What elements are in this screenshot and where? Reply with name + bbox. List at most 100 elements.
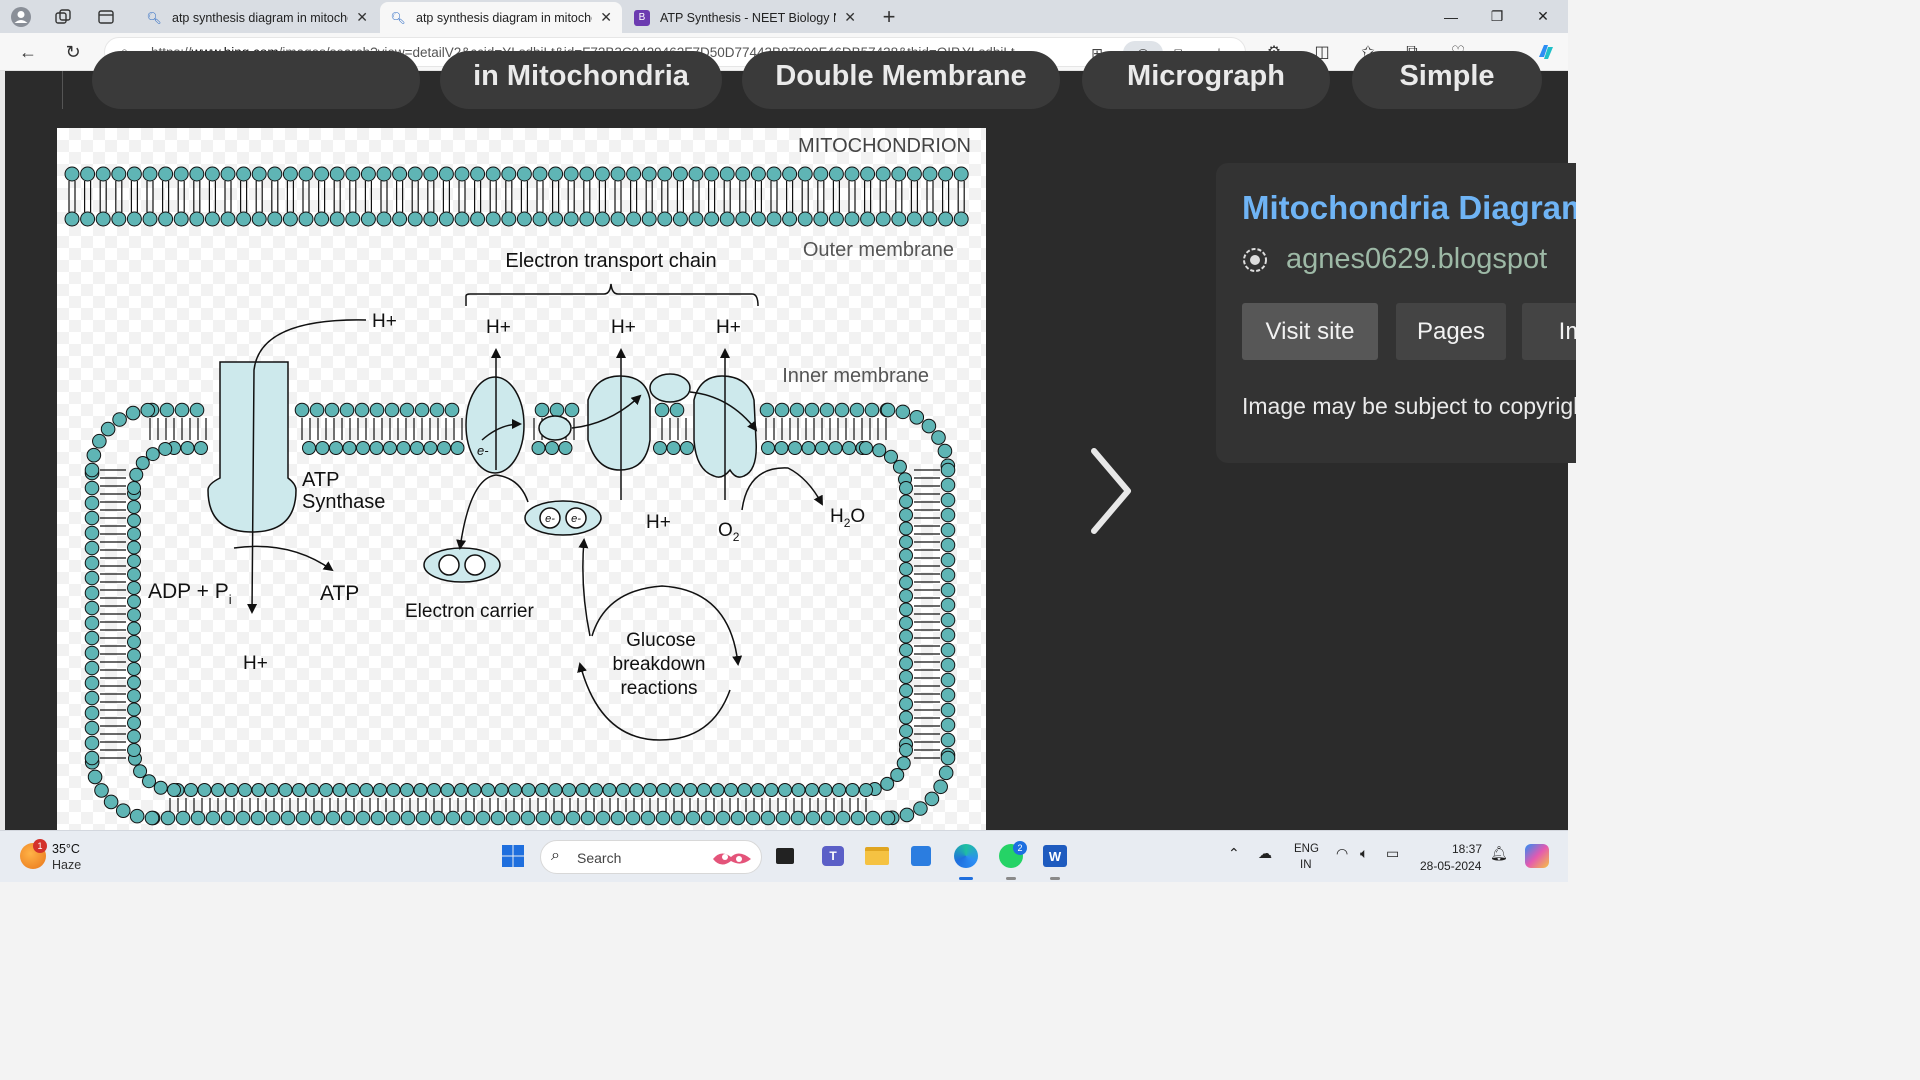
clock-date[interactable]: 28-05-2024 [1420,859,1481,873]
weather-condition[interactable]: Haze [52,858,81,872]
restore-icon[interactable]: ❐ [1474,0,1520,33]
phospholipid-head [859,441,873,455]
refresh-icon[interactable]: ↻ [59,38,87,66]
phospholipid-head [236,166,252,182]
related-search-pill-2[interactable]: Double Membrane [742,51,1060,109]
teams-icon[interactable]: T [818,841,848,871]
phospholipid-head [562,783,576,797]
close-icon[interactable]: ✕ [600,9,612,26]
phospholipid-head [174,402,190,418]
notification-bell-icon[interactable]: 🔔︎ [1490,845,1508,862]
back-icon[interactable]: ← [14,38,42,66]
chevron-up-icon[interactable]: ⌃ [1228,845,1240,862]
phospholipid-head [84,525,100,541]
phospholipid-head [167,783,181,797]
whatsapp-badge: 2 [1013,841,1027,855]
weather-temperature[interactable]: 35°C [52,842,80,856]
electron-label: e- [545,513,555,525]
close-icon[interactable]: ✕ [356,9,368,26]
image-size-button[interactable]: Im [1522,303,1576,360]
source-site[interactable]: agnes0629.blogspot [1286,243,1547,276]
battery-icon[interactable]: ▭ [1386,845,1399,862]
phospholipid-head [127,540,141,555]
phospholipid-head [790,810,806,826]
tab-3[interactable]: B ATP Synthesis - NEET Biology No ✕ [624,2,866,33]
task-view-icon[interactable] [770,841,800,871]
teams-label: T [822,846,844,866]
phospholipid-head [220,166,236,182]
phospholipid-head [883,449,898,464]
clock-time[interactable]: 18:37 [1452,842,1482,856]
close-window-icon[interactable]: ✕ [1520,0,1566,33]
phospholipid-head [850,810,866,826]
phospholipid-head [235,810,251,826]
phospholipid-head [345,166,361,182]
phospholipid-head [931,430,946,445]
phospholipid-head [396,441,411,455]
phospholipid-head [460,810,476,826]
h-plus-label: H+ [716,317,741,338]
taskbar-search[interactable]: ⌕ Search [540,840,762,874]
phospholipid-head [532,166,548,182]
phospholipid-head [84,600,100,616]
phospholipid-head [828,211,844,227]
file-explorer-icon[interactable] [862,841,892,871]
word-icon[interactable]: W [1040,841,1070,871]
phospholipid-head [921,418,937,434]
new-tab-icon[interactable]: + [876,4,902,30]
phospholipid-head [521,783,536,797]
o2-label: O2 [718,520,740,544]
phospholipid-head [95,211,111,227]
image-title[interactable]: Mitochondria Diagram [1242,189,1576,227]
visit-site-button[interactable]: Visit site [1242,303,1378,360]
onedrive-offline-icon[interactable]: ☁ [1258,845,1272,862]
related-search-pill-3[interactable]: Micrograph [1082,51,1330,109]
phospholipid-head [194,441,208,455]
edge-icon[interactable] [951,841,981,871]
profile-icon[interactable] [8,4,34,30]
related-search-pill-4[interactable]: Simple [1352,51,1542,109]
phospholipid-head [282,211,298,227]
region-indicator[interactable]: IN [1300,859,1312,871]
tab-1[interactable]: 🔍︎ atp synthesis diagram in mitocho ✕ [136,2,378,33]
phospholipid-head [126,166,142,182]
language-indicator[interactable]: ENG [1294,843,1319,855]
copilot-taskbar-icon[interactable] [1522,841,1552,871]
phospholipid-head [922,166,938,182]
phospholipid-head [940,477,956,493]
phospholipid-head [575,783,590,797]
phospholipid-head [940,642,956,658]
phospholipid-head [400,810,416,826]
tab-2[interactable]: 🔍︎ atp synthesis diagram in mitocho ✕ [380,2,622,33]
phospholipid-head [788,441,802,455]
pages-button[interactable]: Pages [1396,303,1506,360]
h-plus-label: H+ [243,653,268,674]
phospholipid-head [832,783,846,797]
volume-icon[interactable]: 🔈︎ [1360,845,1368,862]
tab-actions-icon[interactable] [93,4,119,30]
close-icon[interactable]: ✕ [844,9,856,26]
workspaces-icon[interactable] [50,4,76,30]
phospholipid-head [133,764,148,779]
phospholipid-head [80,166,96,182]
phospholipid-head [127,675,141,690]
start-windows-icon[interactable] [498,841,528,871]
phospholipid-head [896,756,911,771]
phospholipid-head [761,441,775,455]
phospholipid-head [470,166,486,182]
pill-label: Micrograph [1127,60,1285,92]
phospholipid-head [309,402,325,418]
phospholipid-head [220,211,236,227]
related-search-pill-0[interactable] [92,51,420,109]
phospholipid-head [924,791,940,807]
microsoft-store-icon[interactable] [906,841,936,871]
wifi-icon[interactable]: ◠ [1336,845,1348,862]
phospholipid-head [782,211,798,227]
phospholipid-head [127,702,141,717]
next-image-arrow[interactable] [1080,441,1140,541]
preview-image[interactable]: e- e- MITOCHONDRION Outer membrane Inner… [57,128,986,830]
minimize-icon[interactable]: — [1428,0,1474,33]
phospholipid-head [158,211,174,227]
phospholipid-head [356,441,370,455]
related-search-pill-1[interactable]: in Mitochondria [440,51,722,109]
